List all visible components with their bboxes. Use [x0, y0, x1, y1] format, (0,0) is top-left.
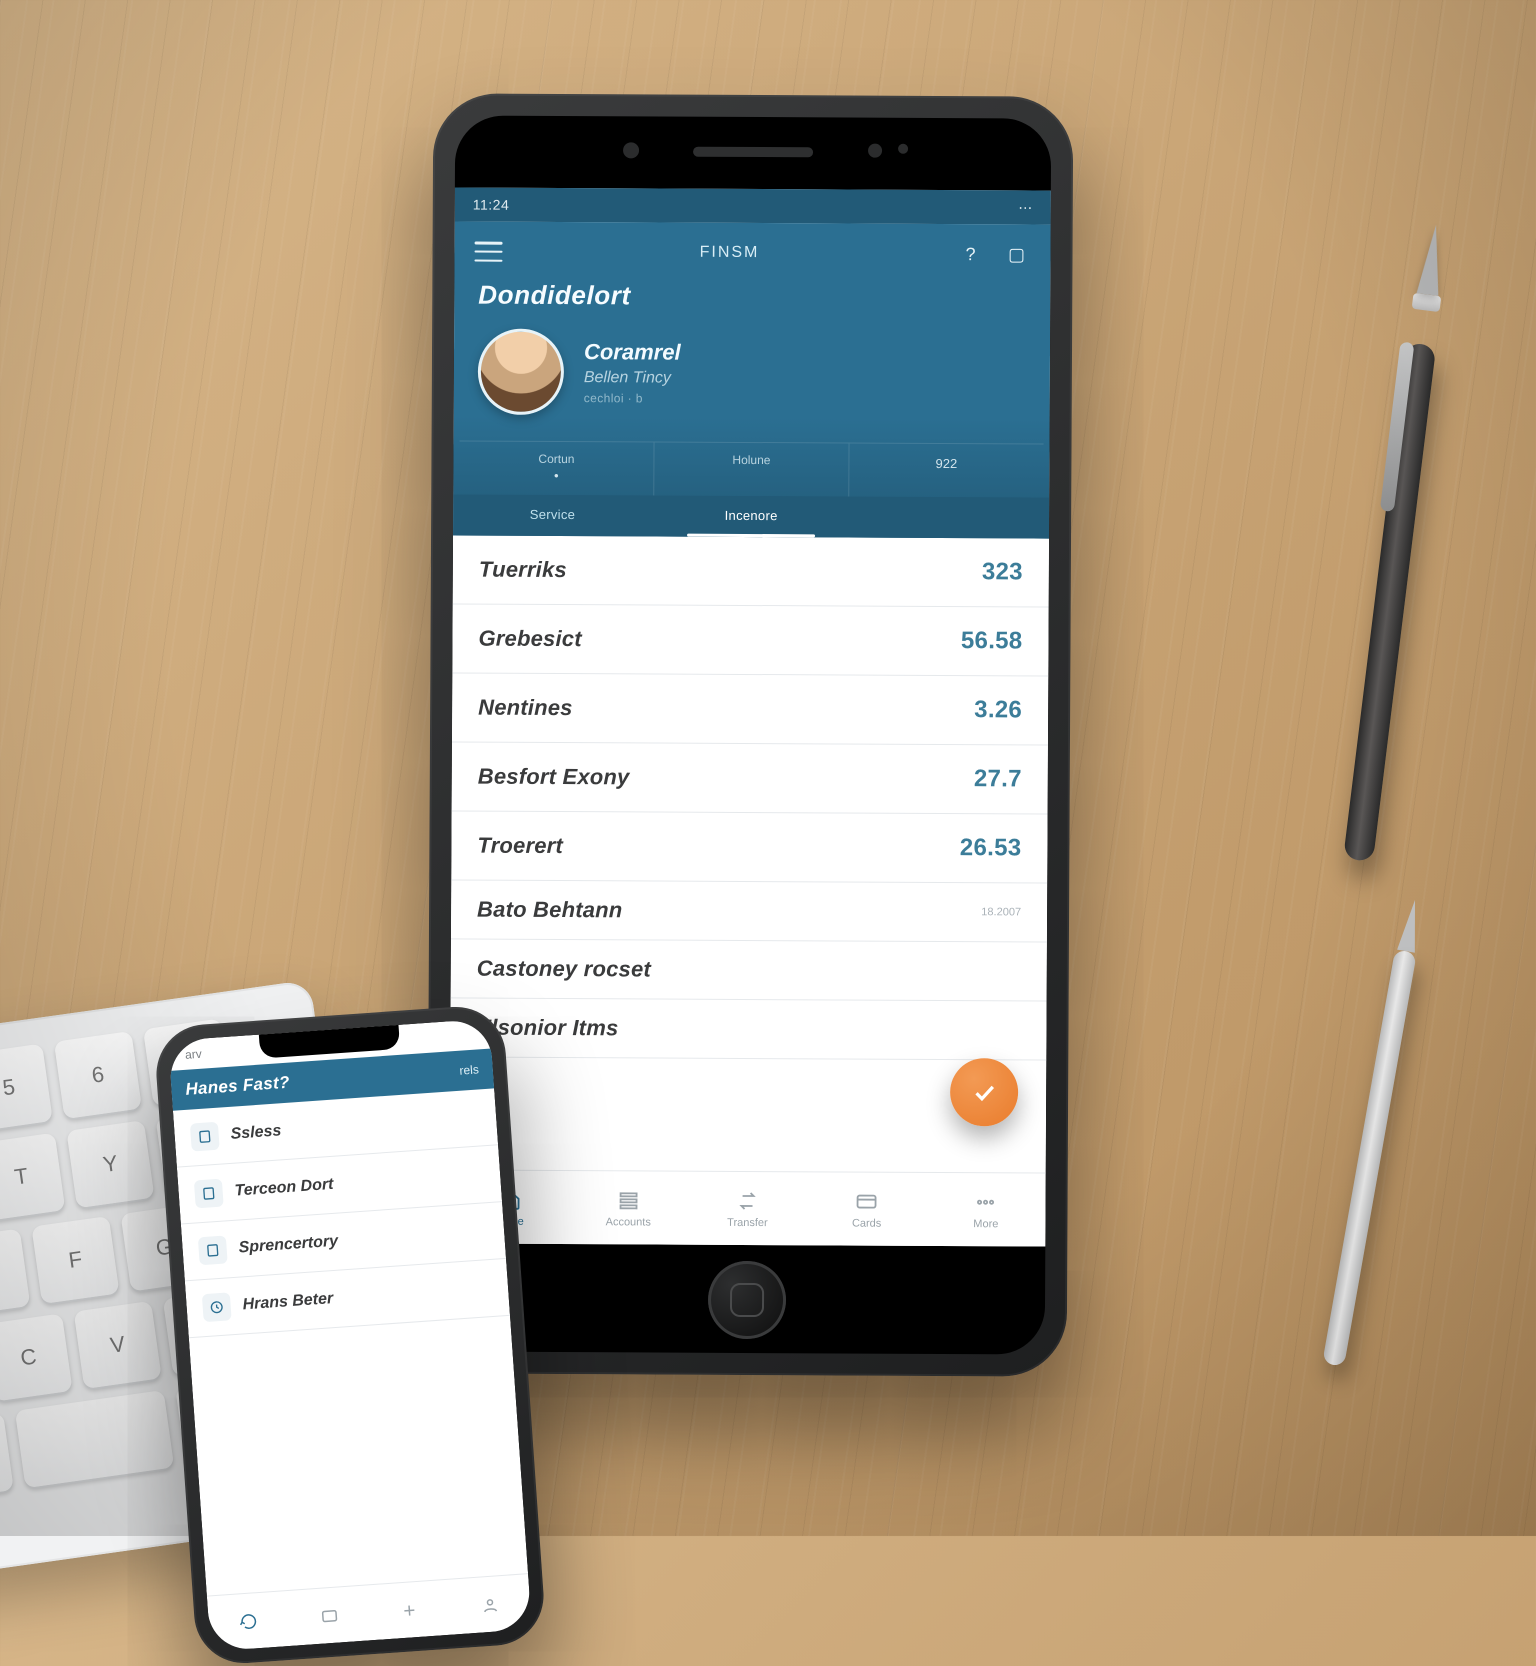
list-item-label: Troerert — [477, 833, 563, 859]
list-item-label: Ssless — [230, 1122, 282, 1143]
secondary-screen: arv Hanes Fast? rels Ssless Terceon Dort — [168, 1019, 532, 1652]
status-time: 11:24 — [473, 197, 510, 213]
summary-cell[interactable]: Holune — [654, 442, 849, 496]
list-icon — [616, 1188, 640, 1212]
profile-block[interactable]: Coramrel Bellen Tincy cechloi · b — [454, 312, 1051, 431]
list-item[interactable]: Besfort Exony 27.7 — [452, 742, 1048, 814]
summary-cell-value: • — [463, 467, 649, 483]
summary-cell-label — [853, 454, 1039, 455]
stylus-prop — [1322, 898, 1426, 1367]
summary-strip: Cortun • Holune 922 — [459, 440, 1043, 497]
doc-icon — [190, 1122, 220, 1152]
list-item[interactable]: Grebesict 56.58 — [452, 604, 1048, 676]
brand-label: FINSM — [520, 243, 938, 263]
list-item-label: Tuerriks — [479, 557, 567, 583]
fab-action-button[interactable] — [950, 1058, 1018, 1126]
profile-subtitle: Bellen Tincy — [584, 369, 681, 388]
list-item-label: Terceon Dort — [234, 1176, 334, 1201]
tab-service[interactable]: Service — [453, 494, 652, 536]
pen-prop — [1343, 223, 1451, 862]
page-title: Dondidelort — [454, 269, 1050, 315]
nav-accounts[interactable]: Accounts — [569, 1171, 689, 1245]
summary-cell[interactable]: 922 — [849, 444, 1043, 498]
doc-icon — [194, 1179, 224, 1209]
app-screen: 11:24 ⋯ FINSM ? ▢ Dondidelort Coramrel B… — [449, 187, 1051, 1246]
home-button[interactable] — [708, 1261, 786, 1339]
status-left: arv — [185, 1047, 203, 1062]
bottom-nav: Home Accounts Transfer Cards More — [449, 1169, 1045, 1246]
status-bar: 11:24 ⋯ — [455, 187, 1051, 224]
summary-cell-label: Cortun — [463, 451, 649, 466]
list-item-label: Nentines — [478, 695, 573, 721]
nav-accounts[interactable] — [287, 1585, 371, 1645]
summary-cell-value: 922 — [853, 456, 1039, 472]
list-item-value: 56.58 — [961, 627, 1023, 655]
list-item-label: Besfort Exony — [478, 764, 630, 791]
nav-more[interactable]: More — [926, 1173, 1046, 1247]
nav-label: More — [973, 1218, 998, 1230]
nav-refresh[interactable] — [207, 1591, 291, 1651]
profile-meta: cechloi · b — [584, 391, 681, 406]
secondary-phone: arv Hanes Fast? rels Ssless Terceon Dort — [153, 1004, 547, 1666]
list-item-label: Castoney rocset — [477, 956, 651, 983]
profile-name: Coramrel — [584, 339, 681, 366]
clock-icon — [202, 1292, 232, 1322]
header: FINSM ? ▢ Dondidelort Coramrel Bellen Ti… — [453, 221, 1051, 538]
summary-cell-label: Holune — [658, 453, 844, 468]
list-item-label: Bato Behtann — [477, 897, 623, 924]
list-item-value: 26.53 — [960, 834, 1022, 862]
secondary-list: Ssless Terceon Dort Sprencertory Hrans B… — [173, 1088, 528, 1595]
list-item-label: Grebesict — [478, 626, 581, 653]
summary-cell[interactable]: Cortun • — [459, 441, 654, 495]
nav-transfer[interactable]: Transfer — [688, 1172, 808, 1246]
list-item[interactable]: Bato Behtann 18.2007 — [451, 880, 1047, 942]
nav-more[interactable] — [368, 1580, 452, 1640]
list-item-value: 3.26 — [974, 696, 1022, 724]
dots-icon — [974, 1190, 998, 1214]
list-item[interactable]: Troerert 26.53 — [451, 811, 1047, 883]
tab-bar: Service Incenore — [453, 494, 1049, 538]
avatar[interactable] — [478, 329, 564, 415]
card-icon — [855, 1189, 879, 1213]
menu-icon[interactable] — [474, 242, 502, 262]
list-item-label: Hrans Beter — [242, 1290, 334, 1314]
tab-extra[interactable] — [850, 497, 1049, 539]
swap-icon — [736, 1188, 760, 1212]
summary-cell-value — [658, 469, 844, 470]
list-item-note: 18.2007 — [981, 906, 1021, 918]
help-icon[interactable]: ? — [956, 240, 984, 268]
nav-label: Transfer — [727, 1216, 768, 1228]
tab-incenore[interactable]: Incenore — [652, 495, 851, 537]
list-item[interactable]: Castoney rocset — [451, 939, 1047, 1001]
status-right: ⋯ — [1018, 199, 1033, 216]
nav-label: Accounts — [606, 1216, 651, 1228]
secondary-action[interactable]: rels — [459, 1062, 479, 1077]
list-item-value: 323 — [982, 558, 1023, 586]
list-item-value: 27.7 — [974, 765, 1022, 793]
primary-phone: 11:24 ⋯ FINSM ? ▢ Dondidelort Coramrel B… — [427, 93, 1074, 1376]
list-item-label: Sprencertory — [238, 1233, 339, 1258]
check-icon — [971, 1079, 997, 1105]
nav-label: Cards — [852, 1217, 881, 1229]
doc-icon — [198, 1235, 228, 1265]
card-icon[interactable]: ▢ — [1002, 240, 1030, 268]
nav-cards[interactable]: Cards — [807, 1172, 927, 1246]
list-item[interactable]: Tuerriks 323 — [453, 535, 1049, 607]
list-item[interactable]: Nentines 3.26 — [452, 673, 1048, 745]
nav-profile[interactable] — [448, 1574, 532, 1634]
list-item[interactable]: Elsonior Itms — [450, 998, 1046, 1060]
